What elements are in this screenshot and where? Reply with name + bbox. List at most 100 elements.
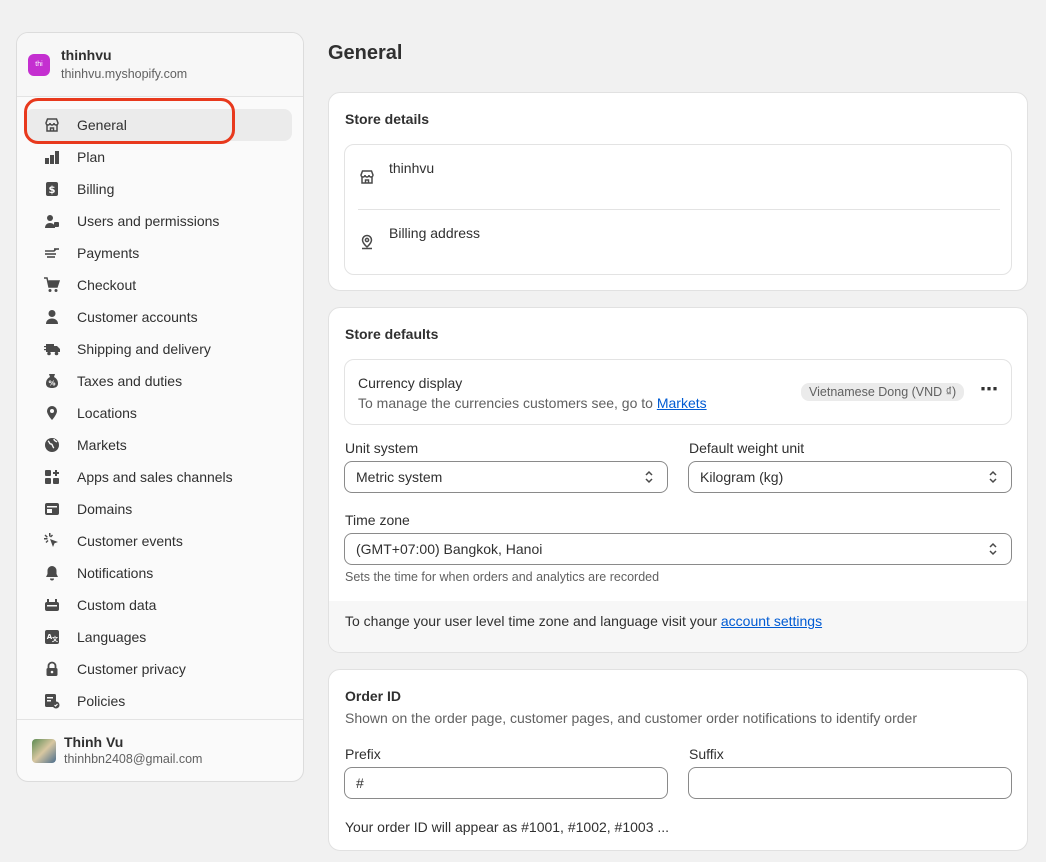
sidebar-item-label: Locations <box>77 405 137 421</box>
truck-icon <box>43 340 61 358</box>
billing-address-label: Billing address <box>389 225 481 241</box>
sidebar-item-label: Taxes and duties <box>77 373 183 389</box>
sidebar-item-label: Customer accounts <box>77 309 198 325</box>
suffix-input[interactable] <box>688 767 1012 799</box>
store-details-card: Store details thinhvu Billing address <box>328 92 1028 291</box>
markets-link[interactable]: Markets <box>657 395 707 411</box>
unit-system-label: Unit system <box>345 440 419 456</box>
sidebar-item-checkout[interactable]: Checkout <box>25 269 292 301</box>
sidebar-item-apps[interactable]: Apps and sales channels <box>25 461 292 493</box>
store-avatar: thi <box>28 53 50 76</box>
weight-unit-select[interactable]: Kilogram (kg) <box>688 461 1012 493</box>
order-id-subtitle: Shown on the order page, customer pages,… <box>345 710 917 726</box>
currency-label: Currency display <box>358 375 463 391</box>
time-zone-value: (GMT+07:00) Bangkok, Hanoi <box>356 541 543 557</box>
chevron-up-down-icon <box>987 542 999 559</box>
location-icon <box>359 234 375 253</box>
prefix-value: # <box>356 775 364 791</box>
card-footer: To change your user level time zone and … <box>329 601 1027 652</box>
footer-text: To change your user level time zone and … <box>345 613 721 629</box>
user-name: Thinh Vu <box>64 733 124 750</box>
time-zone-label: Time zone <box>345 512 410 528</box>
account-settings-link[interactable]: account settings <box>721 613 822 629</box>
lock-icon <box>43 660 61 678</box>
currency-help-text: To manage the currencies customers see, … <box>358 395 657 411</box>
unit-system-value: Metric system <box>356 469 443 485</box>
store-header[interactable]: thi thinhvu thinhvu.myshopify.com <box>17 33 303 97</box>
sidebar-item-locations[interactable]: Locations <box>25 397 292 429</box>
sidebar-item-label: Apps and sales channels <box>77 469 233 485</box>
sidebar-item-label: Customer privacy <box>77 661 186 677</box>
sidebar-item-label: Notifications <box>77 565 154 581</box>
store-domain: thinhvu.myshopify.com <box>61 66 188 81</box>
svg-text:$: $ <box>49 185 56 196</box>
sidebar-item-domains[interactable]: Domains <box>25 493 292 525</box>
store-icon <box>43 116 61 134</box>
card-title: Store defaults <box>345 326 439 342</box>
svg-text:文: 文 <box>51 636 59 644</box>
location-icon <box>43 404 61 422</box>
bell-icon <box>43 564 61 582</box>
avatar <box>32 738 56 763</box>
settings-nav: General Plan $ Billing Users and permiss… <box>17 97 303 717</box>
billing-icon: $ <box>43 180 61 198</box>
sidebar-item-customer-accounts[interactable]: Customer accounts <box>25 301 292 333</box>
unit-system-select[interactable]: Metric system <box>344 461 668 493</box>
cursor-icon <box>43 532 61 550</box>
store-icon <box>359 169 375 188</box>
sidebar-item-label: Customer events <box>77 533 183 549</box>
sidebar-item-users[interactable]: Users and permissions <box>25 205 292 237</box>
sidebar-item-label: Languages <box>77 629 147 645</box>
page-title: General <box>328 42 403 64</box>
sidebar-item-general[interactable]: General <box>25 109 292 141</box>
chevron-up-down-icon <box>643 470 655 487</box>
billing-address-row[interactable]: Billing address <box>345 210 1011 274</box>
apps-icon <box>43 468 61 486</box>
sidebar-item-taxes[interactable]: % Taxes and duties <box>25 365 292 397</box>
tax-icon: % <box>43 372 61 390</box>
globe-icon <box>43 436 61 454</box>
currency-help: To manage the currencies customers see, … <box>358 395 707 411</box>
policies-icon <box>43 692 61 710</box>
weight-unit-value: Kilogram (kg) <box>700 469 784 485</box>
sidebar-item-label: Checkout <box>77 277 137 293</box>
store-defaults-card: Store defaults Currency display To manag… <box>328 307 1028 653</box>
sidebar-item-policies[interactable]: Policies <box>25 685 292 717</box>
svg-text:%: % <box>48 380 55 388</box>
language-icon: A文 <box>43 628 61 646</box>
users-icon <box>43 212 61 230</box>
sidebar-item-languages[interactable]: A文 Languages <box>25 621 292 653</box>
sidebar-item-billing[interactable]: $ Billing <box>25 173 292 205</box>
user-profile[interactable]: Thinh Vu thinhbn2408@gmail.com <box>17 719 303 781</box>
sidebar-item-plan[interactable]: Plan <box>25 141 292 173</box>
weight-unit-label: Default weight unit <box>689 440 805 456</box>
order-id-card: Order ID Shown on the order page, custom… <box>328 669 1028 851</box>
sidebar-item-custom-data[interactable]: Custom data <box>25 589 292 621</box>
more-actions-button[interactable]: ⋯ <box>980 380 998 398</box>
time-zone-select[interactable]: (GMT+07:00) Bangkok, Hanoi <box>344 533 1012 565</box>
store-name-row[interactable]: thinhvu <box>345 145 1011 209</box>
store-name-value: thinhvu <box>389 160 435 176</box>
card-title: Store details <box>345 111 430 127</box>
sidebar-item-label: Markets <box>77 437 127 453</box>
sidebar-item-markets[interactable]: Markets <box>25 429 292 461</box>
order-id-preview: Your order ID will appear as #1001, #100… <box>345 819 670 835</box>
sidebar-item-label: Users and permissions <box>77 213 220 229</box>
sidebar-item-payments[interactable]: Payments <box>25 237 292 269</box>
person-icon <box>43 308 61 326</box>
prefix-input[interactable]: # <box>344 767 668 799</box>
sidebar-item-customer-privacy[interactable]: Customer privacy <box>25 653 292 685</box>
sidebar-item-customer-events[interactable]: Customer events <box>25 525 292 557</box>
plan-icon <box>43 148 61 166</box>
prefix-label: Prefix <box>345 746 381 762</box>
cart-icon <box>43 276 61 294</box>
time-zone-help: Sets the time for when orders and analyt… <box>345 570 660 584</box>
sidebar-item-label: Custom data <box>77 597 157 613</box>
store-name: thinhvu <box>61 46 112 63</box>
sidebar-item-shipping[interactable]: Shipping and delivery <box>25 333 292 365</box>
user-email: thinhbn2408@gmail.com <box>64 751 203 766</box>
custom-data-icon <box>43 596 61 614</box>
currency-badge: Vietnamese Dong (VND ₫) <box>801 383 965 401</box>
sidebar-item-notifications[interactable]: Notifications <box>25 557 292 589</box>
suffix-label: Suffix <box>689 746 724 762</box>
